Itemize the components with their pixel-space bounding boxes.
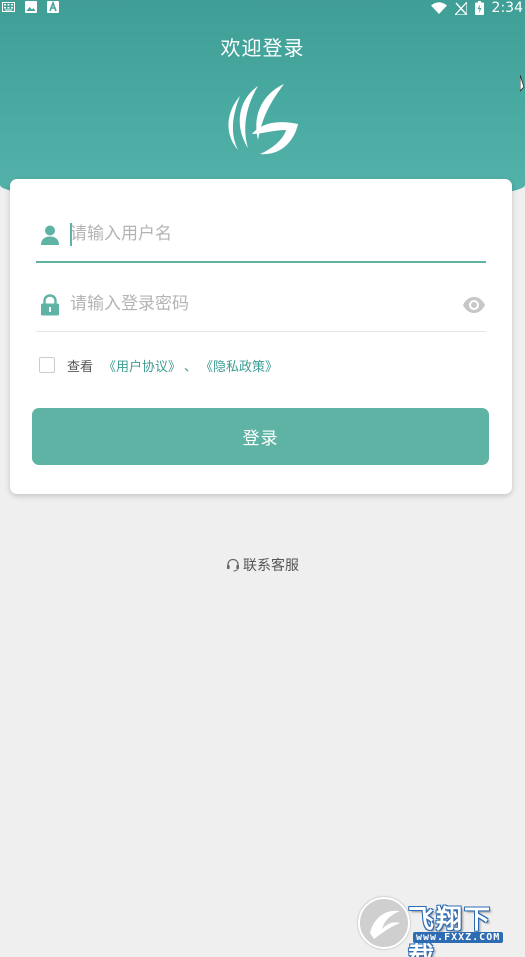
user-icon — [41, 225, 59, 245]
leaf-logo-icon — [228, 84, 298, 155]
lock-icon — [41, 294, 59, 316]
password-input[interactable] — [70, 289, 450, 319]
contact-support-label: 联系客服 — [243, 558, 299, 574]
status-time: 2:34 — [491, 0, 523, 16]
privacy-policy-link[interactable]: 《隐私政策》 — [200, 356, 278, 375]
wifi-icon — [430, 2, 447, 14]
username-input[interactable] — [70, 219, 450, 249]
watermark-url: www.FXXZ.COM — [413, 932, 504, 943]
login-card: 查看 《用户协议》 、 《隐私政策》 登录 — [10, 179, 512, 494]
image-icon — [25, 1, 37, 13]
text-caret — [70, 223, 72, 246]
page-title: 欢迎登录 — [220, 36, 305, 60]
agreement-checkbox[interactable] — [39, 357, 55, 373]
status-bar: 2:34 — [0, 0, 525, 17]
headset-icon — [227, 558, 239, 572]
watermark-logo-icon — [358, 897, 410, 949]
watermark-title: 飞翔下载 — [408, 905, 493, 957]
contact-support-link[interactable]: 联系客服 — [0, 555, 525, 575]
a-letter-icon — [47, 1, 59, 13]
eye-icon[interactable] — [462, 294, 486, 316]
no-sim-icon — [454, 1, 467, 15]
agreement-separator: 、 — [184, 359, 198, 375]
mouse-cursor-icon — [520, 75, 525, 92]
battery-icon — [474, 1, 484, 15]
user-agreement-link[interactable]: 《用户协议》 — [103, 356, 181, 375]
password-field[interactable] — [36, 281, 486, 332]
watermark: 飞翔下载 www.FXXZ.COM — [358, 897, 516, 957]
agreement-row: 查看 《用户协议》 、 《隐私政策》 — [39, 355, 278, 375]
login-button[interactable]: 登录 — [32, 408, 489, 465]
agreement-prefix: 查看 — [67, 359, 94, 375]
header-banner: 2:34 欢迎登录 — [0, 0, 525, 205]
keyboard-icon — [2, 2, 15, 12]
username-field[interactable] — [36, 211, 486, 263]
login-screen: 2:34 欢迎登录 请输入用户名 查看 《用户协议》 、 《隐私政策》 登录 联… — [0, 0, 525, 957]
